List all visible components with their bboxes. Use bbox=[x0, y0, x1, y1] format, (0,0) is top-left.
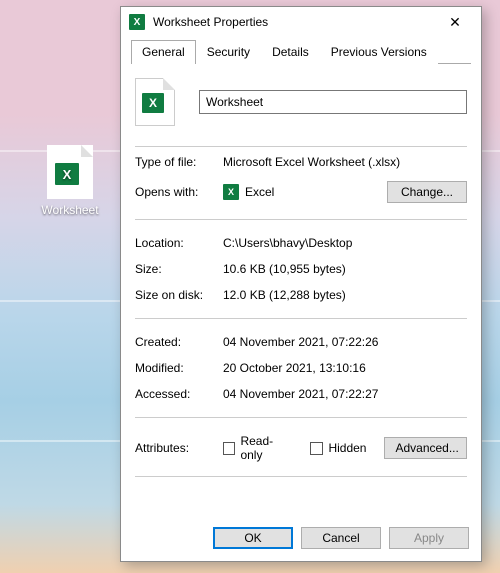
opens-with-label: Opens with: bbox=[135, 185, 223, 199]
type-of-file-label: Type of file: bbox=[135, 155, 223, 169]
size-label: Size: bbox=[135, 262, 223, 276]
size-on-disk-value: 12.0 KB (12,288 bytes) bbox=[223, 288, 467, 302]
hidden-checkbox[interactable]: Hidden bbox=[310, 441, 366, 455]
dialog-body: X Type of file: Microsoft Excel Workshee… bbox=[121, 64, 481, 517]
readonly-checkbox[interactable]: Read-only bbox=[223, 434, 292, 462]
accessed-label: Accessed: bbox=[135, 387, 223, 401]
location-value: C:\Users\bhavy\Desktop bbox=[223, 236, 467, 250]
created-value: 04 November 2021, 07:22:26 bbox=[223, 335, 467, 349]
file-type-icon: X bbox=[135, 78, 175, 126]
size-value: 10.6 KB (10,955 bytes) bbox=[223, 262, 467, 276]
properties-dialog: X Worksheet Properties ✕ General Securit… bbox=[120, 6, 482, 562]
dialog-button-bar: OK Cancel Apply bbox=[121, 517, 481, 561]
excel-app-icon: X bbox=[129, 14, 145, 30]
location-label: Location: bbox=[135, 236, 223, 250]
excel-file-icon: X bbox=[47, 145, 93, 199]
attributes-label: Attributes: bbox=[135, 441, 223, 455]
tab-general[interactable]: General bbox=[131, 40, 196, 64]
tab-security[interactable]: Security bbox=[196, 40, 261, 64]
type-of-file-value: Microsoft Excel Worksheet (.xlsx) bbox=[223, 155, 467, 169]
opens-with-value: Excel bbox=[245, 185, 387, 199]
desktop-file-label: Worksheet bbox=[35, 203, 105, 217]
ok-button[interactable]: OK bbox=[213, 527, 293, 549]
excel-small-icon: X bbox=[223, 184, 239, 200]
readonly-label: Read-only bbox=[240, 434, 292, 462]
advanced-button[interactable]: Advanced... bbox=[384, 437, 467, 459]
titlebar: X Worksheet Properties ✕ bbox=[121, 7, 481, 37]
modified-label: Modified: bbox=[135, 361, 223, 375]
apply-button[interactable]: Apply bbox=[389, 527, 469, 549]
change-button[interactable]: Change... bbox=[387, 181, 467, 203]
tab-previous-versions[interactable]: Previous Versions bbox=[320, 40, 438, 64]
filename-input[interactable] bbox=[199, 90, 467, 114]
size-on-disk-label: Size on disk: bbox=[135, 288, 223, 302]
cancel-button[interactable]: Cancel bbox=[301, 527, 381, 549]
tab-strip: General Security Details Previous Versio… bbox=[121, 37, 481, 63]
tab-details[interactable]: Details bbox=[261, 40, 320, 64]
close-button[interactable]: ✕ bbox=[435, 7, 475, 37]
desktop-file-icon[interactable]: X Worksheet bbox=[35, 145, 105, 217]
modified-value: 20 October 2021, 13:10:16 bbox=[223, 361, 467, 375]
created-label: Created: bbox=[135, 335, 223, 349]
window-title: Worksheet Properties bbox=[153, 15, 435, 29]
hidden-label: Hidden bbox=[328, 441, 366, 455]
accessed-value: 04 November 2021, 07:22:27 bbox=[223, 387, 467, 401]
